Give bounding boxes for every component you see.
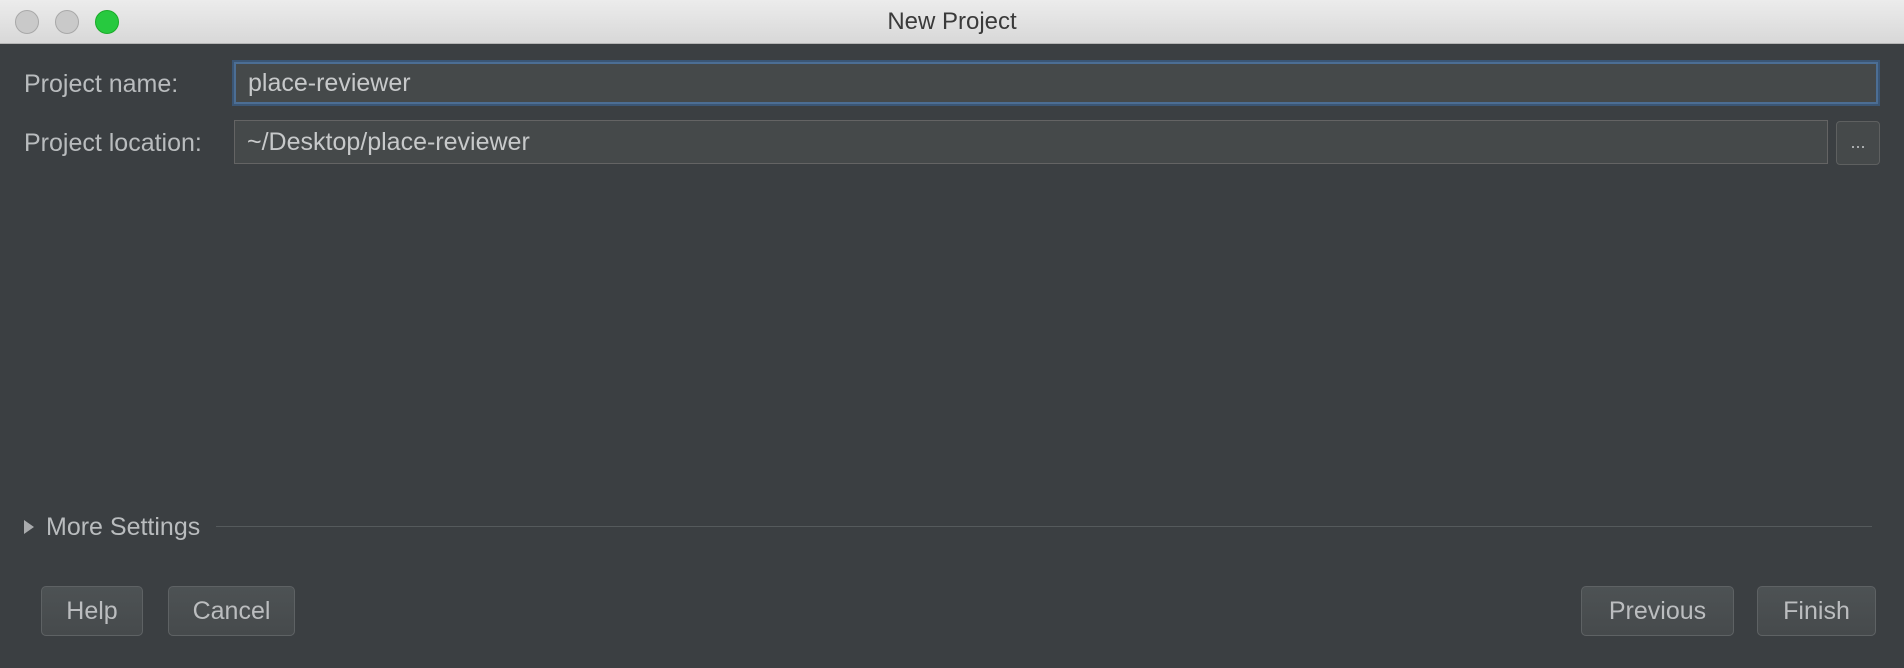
finish-button[interactable]: Finish [1757,586,1876,636]
project-name-label: Project name: [24,70,179,98]
more-settings-divider [216,526,1872,527]
window-title: New Project [887,8,1017,35]
previous-button[interactable]: Previous [1581,586,1734,636]
project-location-label: Project location: [24,129,202,157]
new-project-dialog: New Project Project name: Project locati… [0,0,1904,668]
cancel-button[interactable]: Cancel [168,586,295,636]
triangle-right-icon [24,520,34,534]
project-name-input[interactable] [234,62,1878,104]
project-location-input[interactable] [234,120,1828,164]
title-bar: New Project [0,0,1904,44]
more-settings-label: More Settings [46,512,201,541]
more-settings-toggle[interactable]: More Settings [24,512,200,542]
browse-location-button[interactable]: ... [1836,121,1880,165]
help-button[interactable]: Help [41,586,143,636]
